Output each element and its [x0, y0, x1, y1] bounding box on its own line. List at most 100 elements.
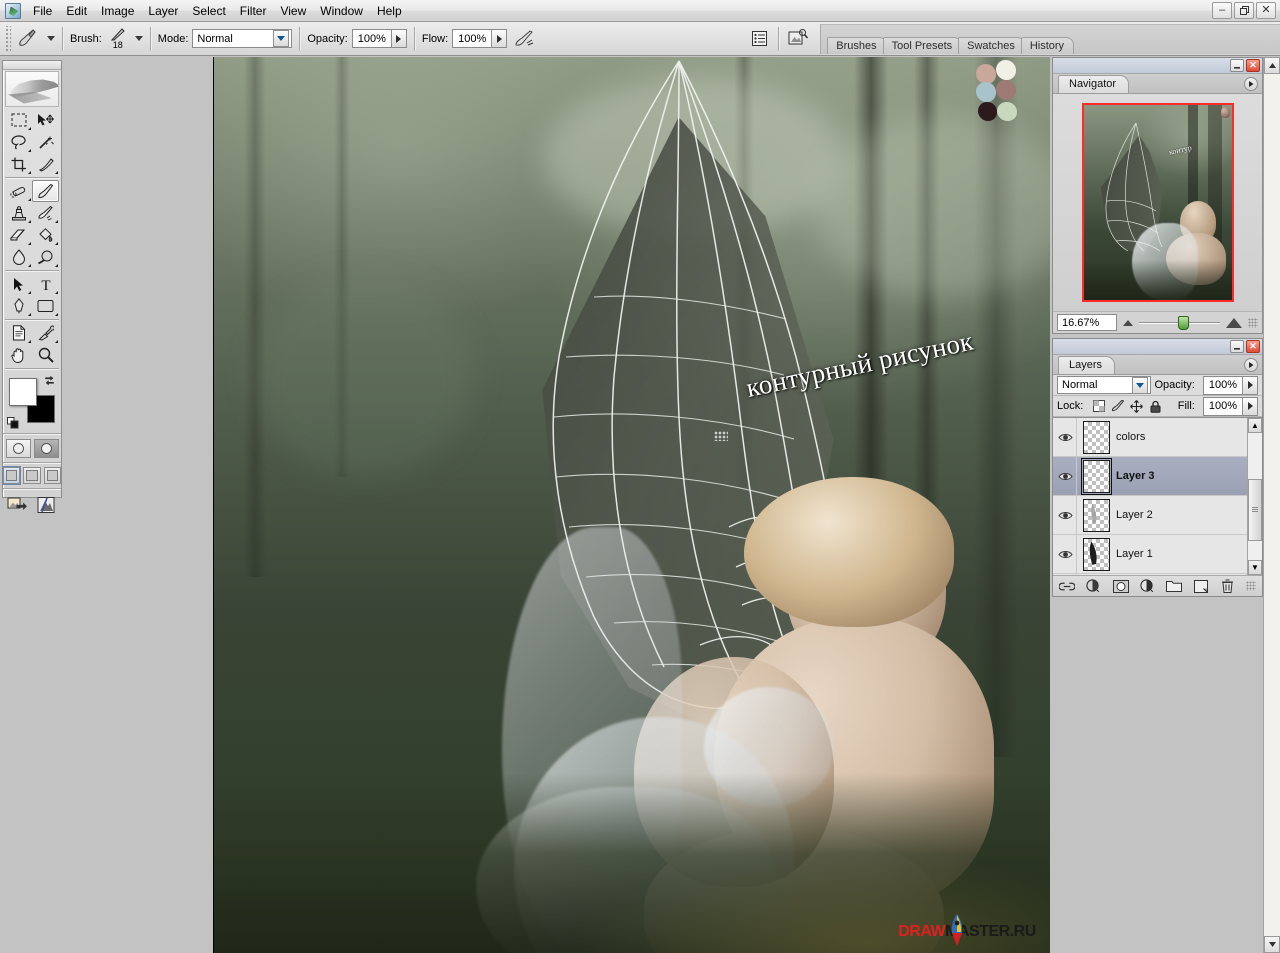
table-row[interactable]: Layer 3 [1053, 457, 1247, 496]
well-tab-swatches[interactable]: Swatches [958, 36, 1025, 54]
eye-visibility-icon[interactable] [1055, 535, 1077, 573]
navigator-titlebar[interactable]: ✕ [1053, 58, 1262, 74]
document-canvas[interactable]: контурный рисунок DRAW MASTER.RU [213, 57, 1050, 953]
well-tab-brushes[interactable]: Brushes [827, 36, 887, 54]
options-bar-grip[interactable] [4, 25, 11, 52]
navigator-thumbnail-area[interactable]: контур [1053, 94, 1262, 311]
layers-titlebar[interactable]: ✕ [1053, 339, 1262, 355]
crop-tool[interactable] [5, 153, 32, 175]
scroll-down-arrow-icon[interactable]: ▼ [1248, 560, 1262, 575]
shape-tool[interactable] [32, 295, 59, 317]
lock-position-icon[interactable] [1129, 399, 1144, 413]
swap-colors-icon[interactable] [44, 375, 56, 387]
path-selection-tool[interactable] [5, 273, 32, 295]
layer-opacity-field[interactable]: 100% [1202, 375, 1258, 395]
eye-visibility-icon[interactable] [1055, 574, 1077, 575]
eyedropper-tool[interactable] [32, 322, 59, 344]
tab-navigator[interactable]: Navigator [1058, 75, 1130, 93]
opacity-slider-arrow-icon[interactable] [390, 30, 406, 47]
layer-thumbnail[interactable] [1083, 420, 1110, 454]
navigator-close-button[interactable]: ✕ [1246, 59, 1260, 72]
new-layer-icon[interactable] [1193, 579, 1209, 594]
type-tool[interactable]: T [32, 273, 59, 295]
move-tool[interactable] [32, 109, 59, 131]
lock-image-pixels-icon[interactable] [1110, 399, 1125, 413]
eye-visibility-icon[interactable] [1055, 457, 1077, 495]
layer-blend-mode-select[interactable]: Normal [1057, 376, 1151, 394]
menu-window[interactable]: Window [313, 1, 370, 21]
scroll-up-arrow-icon[interactable]: ▲ [1248, 418, 1262, 433]
zoom-in-big-mountain-icon[interactable] [1226, 317, 1242, 328]
slice-tool[interactable] [32, 153, 59, 175]
current-tool-preview[interactable] [14, 27, 42, 51]
magic-wand-tool[interactable] [32, 131, 59, 153]
brush-preview[interactable]: 18 [106, 27, 130, 50]
menu-filter[interactable]: Filter [233, 1, 274, 21]
zoom-level-input[interactable]: 16.67% [1057, 314, 1117, 331]
flow-field[interactable]: 100% [452, 29, 508, 48]
toolbox-drag-handle[interactable] [3, 61, 61, 70]
zoom-out-small-mountain-icon[interactable] [1123, 319, 1133, 326]
layer-mask-icon[interactable] [1112, 579, 1129, 594]
standard-mode-icon[interactable] [5, 439, 31, 458]
chevron-down-icon[interactable] [273, 30, 290, 47]
layers-scrollbar-thumb[interactable] [1248, 479, 1262, 541]
hand-tool[interactable] [5, 344, 32, 366]
jump-to-imageready-icon[interactable] [5, 494, 31, 516]
layer-name[interactable]: Layer 1 [1116, 548, 1153, 560]
brush-tool[interactable] [32, 180, 59, 202]
delete-layer-icon[interactable] [1220, 579, 1236, 594]
opacity-field[interactable]: 100% [351, 29, 407, 48]
healing-brush-tool[interactable] [5, 180, 32, 202]
eraser-tool[interactable] [5, 224, 32, 246]
workspace-vertical-scrollbar[interactable] [1263, 57, 1280, 953]
layers-minimize-button[interactable] [1230, 340, 1244, 353]
quick-mask-mode-icon[interactable] [33, 439, 59, 458]
foreground-color-swatch[interactable] [9, 378, 37, 406]
layer-thumbnail[interactable] [1081, 457, 1112, 495]
tab-layers[interactable]: Layers [1058, 356, 1116, 374]
brush-dropdown-arrow[interactable] [134, 36, 143, 41]
full-screen-mode[interactable] [43, 467, 61, 484]
menu-help[interactable]: Help [370, 1, 409, 21]
navigator-minimize-button[interactable] [1230, 59, 1244, 72]
paint-bucket-tool[interactable] [32, 224, 59, 246]
menu-image[interactable]: Image [94, 1, 141, 21]
dodge-tool[interactable] [32, 246, 59, 268]
restore-button[interactable] [1234, 2, 1254, 19]
clone-stamp-tool[interactable] [5, 202, 32, 224]
table-row[interactable]: Layer 2 [1053, 496, 1247, 535]
chevron-down-icon[interactable] [1131, 376, 1148, 394]
eye-visibility-icon[interactable] [1055, 496, 1077, 534]
navigator-view-box[interactable]: контур [1081, 103, 1234, 302]
scroll-up-arrow-icon[interactable] [1264, 57, 1280, 74]
pen-tool[interactable] [5, 295, 32, 317]
standard-screen-mode[interactable] [1, 466, 22, 485]
layer-fill-arrow-icon[interactable] [1242, 397, 1257, 415]
table-row[interactable]: colors [1053, 418, 1247, 457]
history-brush-tool[interactable] [32, 202, 59, 224]
navigator-resize-grip[interactable] [1248, 317, 1258, 328]
layer-style-icon[interactable] [1086, 579, 1102, 594]
notes-tool[interactable] [5, 322, 32, 344]
imageready-icon[interactable] [33, 494, 59, 516]
layer-name[interactable]: colors [1116, 431, 1145, 443]
zoom-slider-knob[interactable] [1177, 315, 1189, 330]
menu-select[interactable]: Select [185, 1, 232, 21]
layers-resize-grip[interactable] [1246, 581, 1256, 591]
eye-visibility-icon[interactable] [1055, 418, 1077, 456]
menu-layer[interactable]: Layer [141, 1, 185, 21]
palette-well-toggle-button[interactable] [747, 27, 771, 51]
lock-transparency-icon[interactable] [1091, 399, 1106, 413]
close-button[interactable]: ✕ [1256, 2, 1276, 19]
adjustment-layer-icon[interactable] [1140, 579, 1156, 594]
layer-opacity-arrow-icon[interactable] [1242, 376, 1257, 394]
palette-menu-icon[interactable] [1244, 77, 1258, 91]
layer-name[interactable]: Layer 3 [1116, 470, 1155, 482]
menu-file[interactable]: File [26, 1, 59, 21]
link-layers-icon[interactable] [1059, 579, 1075, 594]
jump-to-imageready-button[interactable] [786, 27, 810, 51]
table-row[interactable]: Layer 1 [1053, 535, 1247, 574]
airbrush-toggle[interactable] [513, 27, 537, 51]
layer-thumbnail[interactable] [1083, 498, 1110, 532]
